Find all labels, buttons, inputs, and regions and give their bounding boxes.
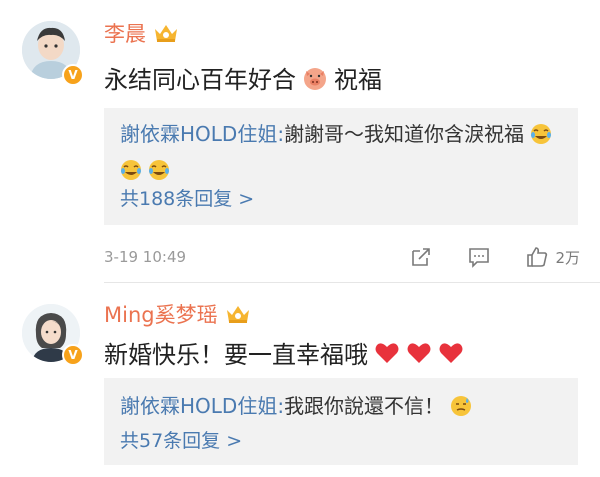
view-replies-link[interactable]: 共188条回复 > xyxy=(120,184,254,211)
heart-emoji xyxy=(407,342,431,363)
like-icon xyxy=(527,247,548,267)
reply-text: 謝謝哥～我知道你含淚祝福 xyxy=(284,122,525,146)
share-button[interactable] xyxy=(409,245,433,269)
verified-v-icon: V xyxy=(62,64,84,86)
crown-badge-icon xyxy=(226,306,249,323)
view-replies-link[interactable]: 共57条回复 > xyxy=(120,426,242,453)
comment-meta: 3-19 10:49 2万 xyxy=(104,244,580,270)
reply-author[interactable]: 謝依霖HOLD住姐: xyxy=(120,122,284,146)
comment-body: 永结同心百年好合 xyxy=(104,66,296,94)
comment-text: 永结同心百年好合 祝福 xyxy=(104,60,382,95)
comment-item: V 李晨 永结同心百年好合 祝福 謝依霖HOLD住姐:謝謝哥～我知道你含淚祝福 xyxy=(0,0,600,282)
reply-author[interactable]: 謝依霖HOLD住姐: xyxy=(120,394,284,418)
heart-emoji xyxy=(375,342,399,363)
timestamp: 3-19 10:49 xyxy=(104,248,187,266)
comment-button[interactable] xyxy=(467,245,491,269)
like-button[interactable]: 2万 xyxy=(525,245,580,269)
crown-badge-icon xyxy=(155,25,177,42)
reply-box[interactable]: 謝依霖HOLD住姐:謝謝哥～我知道你含淚祝福 共188条回复 > xyxy=(104,108,578,225)
reply-text: 我跟你說還不信！ xyxy=(284,394,445,418)
comment-body: 新婚快乐！要一直幸福哦 xyxy=(104,341,368,369)
comment-body-suffix: 祝福 xyxy=(334,66,382,94)
comment-icon xyxy=(469,248,490,268)
like-count: 2万 xyxy=(555,248,580,267)
reply-item: 謝依霖HOLD住姐:我跟你說還不信！ xyxy=(120,390,564,426)
comment-username[interactable]: 李晨 xyxy=(104,18,180,48)
reply-box[interactable]: 謝依霖HOLD住姐:我跟你說還不信！ 共57条回复 > xyxy=(104,378,578,465)
comment-item: V Ming奚梦瑶 新婚快乐！要一直幸福哦 謝依霖HOLD住姐:我跟你說還不信！… xyxy=(0,282,600,477)
comment-actions: 2万 xyxy=(409,245,580,269)
username-text[interactable]: 李晨 xyxy=(104,18,146,48)
comment-username[interactable]: Ming奚梦瑶 xyxy=(104,299,252,329)
username-text[interactable]: Ming奚梦瑶 xyxy=(104,299,218,329)
comment-text: 新婚快乐！要一直幸福哦 xyxy=(104,335,464,370)
reply-item: 謝依霖HOLD住姐:謝謝哥～我知道你含淚祝福 xyxy=(120,118,564,190)
verified-v-icon: V xyxy=(62,344,84,366)
sweat-emoji xyxy=(450,394,472,426)
share-icon xyxy=(412,248,431,266)
heart-emoji xyxy=(439,342,463,363)
cry-laugh-emoji xyxy=(530,122,552,154)
pig-emoji xyxy=(304,67,326,90)
